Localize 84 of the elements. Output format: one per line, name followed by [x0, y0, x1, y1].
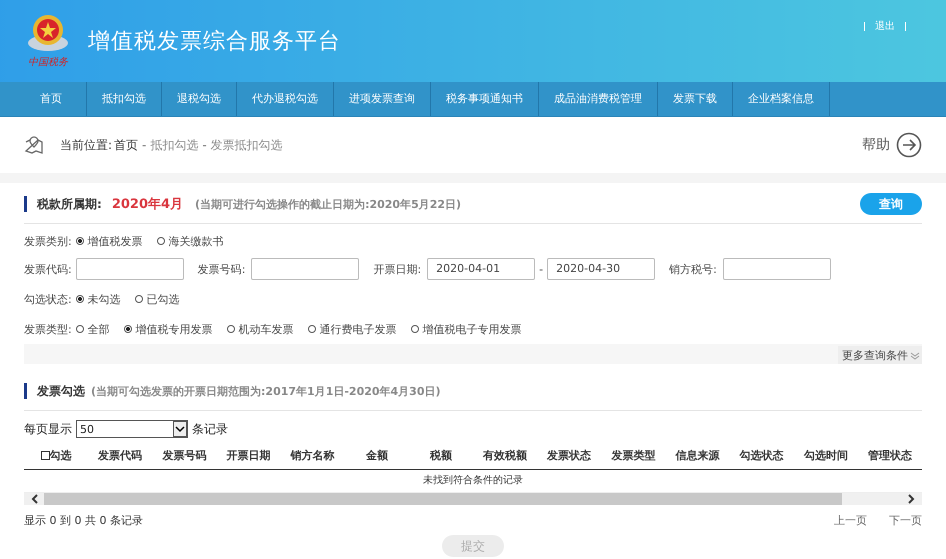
column-header: 金额 [364, 448, 389, 462]
range-separator: - [539, 262, 544, 276]
column-header: 信息来源 [674, 448, 720, 462]
period-label: 税款所属期: [37, 196, 102, 212]
section-note: (当期可勾选发票的开票日期范围为:2017年1月1日-2020年4月30日) [91, 384, 441, 398]
breadcrumb-link[interactable]: 发票抵扣勾选 [210, 136, 283, 154]
column-header: 勾选状态 [738, 448, 785, 462]
field-label: 勾选状态: [24, 292, 72, 306]
input-field[interactable] [76, 258, 184, 280]
more-conditions-link[interactable]: 更多查询条件 [838, 346, 922, 364]
record-summary: 显示 0 到 0 共 0 条记录 [24, 512, 143, 528]
page-size-label: 每页显示 [24, 420, 72, 438]
radio-icon[interactable] [124, 325, 132, 333]
nav-tab[interactable]: 发票下载 [658, 82, 733, 116]
column-header: 发票状态 [546, 448, 592, 462]
nav-tab[interactable]: 退税勾选 [162, 82, 237, 116]
breadcrumb-label: 当前位置: [60, 136, 112, 154]
emblem-icon [26, 13, 70, 53]
radio-option[interactable]: 已勾选 [134, 292, 180, 306]
site-title: 增值税发票综合服务平台 [88, 28, 341, 56]
field-label: 发票类别: [24, 234, 72, 248]
radio-icon[interactable] [308, 325, 316, 333]
column-header: 有效税额 [482, 448, 528, 462]
radio-option[interactable]: 海关缴款书 [156, 234, 224, 248]
radio-option[interactable]: 未勾选 [76, 292, 121, 306]
radio-option[interactable]: 增值税专用发票 [124, 322, 213, 336]
input-field[interactable] [722, 258, 831, 280]
breadcrumb-separator: - [202, 138, 207, 152]
radio-option[interactable]: 全部 [76, 322, 110, 336]
radio-icon[interactable] [76, 325, 84, 333]
dropdown-icon[interactable] [173, 421, 187, 437]
radio-option[interactable]: 增值税发票 [76, 234, 143, 248]
column-header: 勾选时间 [802, 448, 849, 462]
radio-icon[interactable] [156, 237, 165, 245]
input-field[interactable]: 2020-04-30 [547, 258, 656, 280]
column-header: 销方名称 [289, 448, 336, 462]
breadcrumb-separator: - [142, 138, 146, 152]
scroll-left-icon[interactable] [30, 494, 40, 504]
radio-icon[interactable] [410, 325, 419, 333]
nav-tab[interactable]: 抵扣勾选 [87, 82, 162, 116]
column-header: 税额 [428, 448, 453, 462]
arrow-right-icon[interactable] [896, 132, 922, 158]
radio-icon[interactable] [76, 237, 84, 245]
prev-page-link[interactable]: 上一页 [834, 512, 867, 528]
column-header: 管理状态 [866, 448, 913, 462]
checkbox[interactable] [40, 450, 50, 460]
breadcrumb-link[interactable]: 抵扣勾选 [150, 136, 198, 154]
nav-tab[interactable]: 进项发票查询 [334, 82, 431, 116]
period-note: (当期可进行勾选操作的截止日期为:2020年5月22日) [195, 196, 462, 212]
input-field[interactable] [251, 258, 360, 280]
radio-icon[interactable] [76, 295, 84, 303]
field-label: 发票号码: [198, 262, 246, 276]
nav-tab[interactable]: 代办退税勾选 [237, 82, 334, 116]
column-header: 勾选 [24, 448, 88, 462]
input-field[interactable]: 2020-04-01 [427, 258, 536, 280]
next-page-link[interactable]: 下一页 [889, 512, 922, 528]
logo-text: 中国税务 [28, 56, 68, 69]
field-label: 开票日期: [373, 262, 422, 276]
radio-icon[interactable] [134, 295, 143, 303]
double-chevron-icon [910, 352, 920, 360]
scroll-right-icon[interactable] [906, 494, 916, 504]
nav-tab[interactable]: 税务事项通知书 [431, 82, 539, 116]
records-label: 条记录 [192, 420, 228, 438]
horizontal-scrollbar[interactable] [24, 493, 922, 505]
radio-icon[interactable] [226, 325, 235, 333]
field-label: 发票类型: [24, 322, 72, 336]
period-value: 2020年4月 [112, 196, 184, 213]
column-header: 发票代码 [96, 448, 144, 462]
breadcrumb-link[interactable]: 首页 [114, 136, 138, 154]
help-link[interactable]: 帮助 [862, 136, 890, 154]
map-icon [24, 136, 44, 154]
radio-option[interactable]: 通行费电子发票 [308, 322, 397, 336]
radio-option[interactable]: 增值税电子专用发票 [410, 322, 522, 336]
field-label: 发票代码: [24, 262, 72, 276]
field-label: 销方税号: [669, 262, 717, 276]
nav-tab[interactable]: 企业档案信息 [733, 82, 830, 116]
nav-tab[interactable]: 首页 [0, 82, 87, 116]
column-header: 开票日期 [225, 448, 272, 462]
column-header: 发票号码 [161, 448, 208, 462]
nav-tab[interactable]: 成品油消费税管理 [539, 82, 658, 116]
section-title: 发票勾选 [37, 382, 85, 400]
page-size-select[interactable]: 50 [76, 420, 188, 438]
radio-option[interactable]: 机动车发票 [226, 322, 294, 336]
column-header: 发票类型 [610, 448, 656, 462]
